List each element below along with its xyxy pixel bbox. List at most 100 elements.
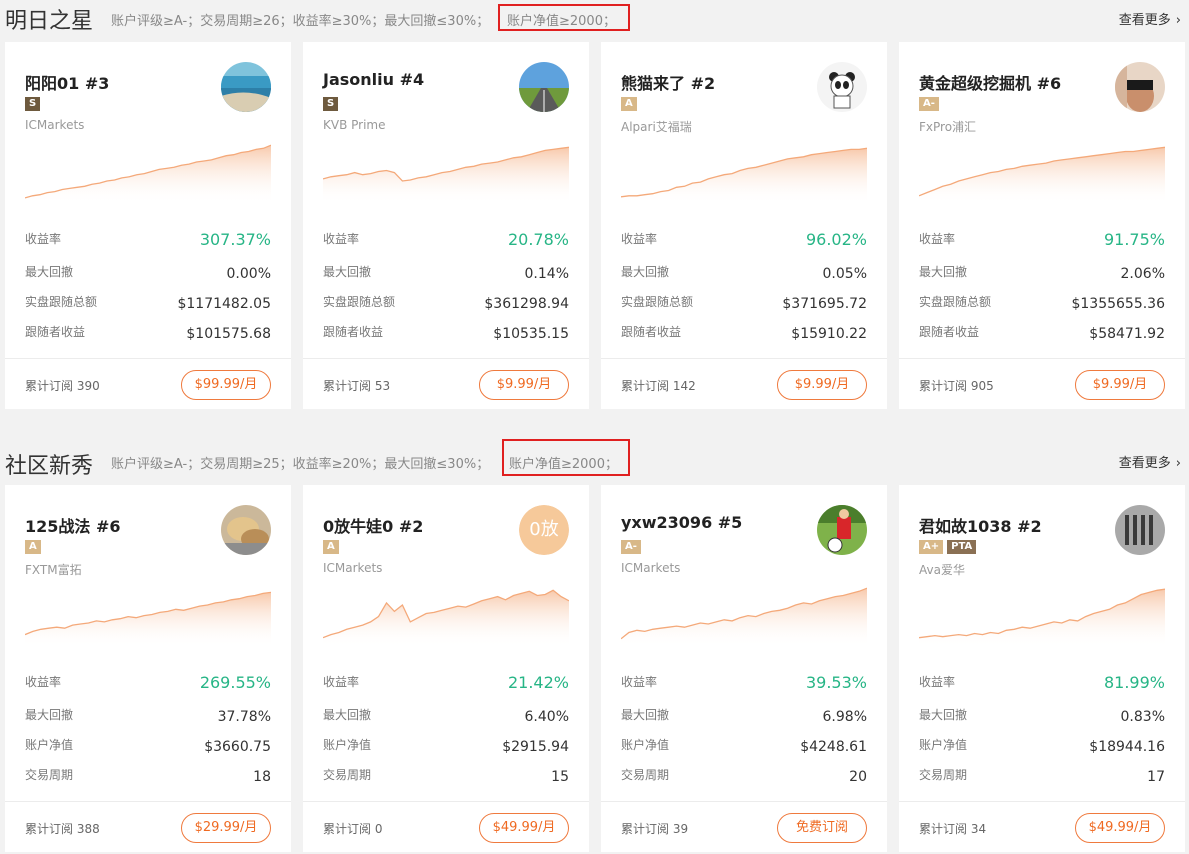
avatar[interactable]: 0放 bbox=[519, 505, 569, 555]
stat-value: 20.78% bbox=[507, 230, 569, 249]
stat-label: 收益率 bbox=[919, 675, 956, 689]
stat-label: 账户净值 bbox=[919, 738, 968, 752]
broker-name: FXTM富拓 bbox=[25, 563, 82, 577]
stat-row: 跟随者收益 $58471.92 bbox=[919, 322, 1165, 342]
stat-value: $1171482.05 bbox=[177, 296, 271, 312]
trader-card[interactable]: 0放牛娃0 #2 A ICMarkets 0放 收益率 21.42% 最大回撤 6.40% 账户… bbox=[303, 485, 589, 852]
subscribe-price-button[interactable]: $99.99/月 bbox=[181, 370, 271, 400]
avatar[interactable] bbox=[519, 62, 569, 112]
equity-curve-chart bbox=[620, 138, 868, 204]
card-divider bbox=[303, 358, 589, 359]
stat-value: $4248.61 bbox=[800, 739, 867, 755]
trader-card[interactable]: 熊猫来了 #2 A Alpari艾福瑞 收益率 96.02% 最大回撤 0.05% 实盘跟随总… bbox=[601, 42, 887, 409]
broker-name: Alpari艾福瑞 bbox=[621, 120, 692, 134]
stat-row: 跟随者收益 $10535.15 bbox=[323, 322, 569, 342]
stat-label: 收益率 bbox=[25, 232, 62, 246]
stat-row: 跟随者收益 $15910.22 bbox=[621, 322, 867, 342]
stat-label: 实盘跟随总额 bbox=[919, 295, 992, 309]
section-criteria: 账户评级≥A-；交易周期≥26；收益率≥30%；最大回撤≤30%； bbox=[111, 14, 490, 29]
stat-label: 最大回撤 bbox=[621, 265, 670, 279]
subscribe-price-button[interactable]: $49.99/月 bbox=[479, 813, 569, 843]
stat-label: 收益率 bbox=[621, 675, 658, 689]
stat-row: 收益率 269.55% bbox=[25, 672, 271, 692]
rating-badge: A bbox=[621, 97, 637, 111]
trader-name[interactable]: 阳阳01 #3 bbox=[25, 70, 109, 94]
equity-curve-chart bbox=[918, 138, 1166, 204]
trader-card[interactable]: 阳阳01 #3 S ICMarkets 收益率 307.37% 最大回撤 0.00% 实盘跟随… bbox=[5, 42, 291, 409]
subscription-count: 累计订阅 39 bbox=[621, 822, 689, 836]
trader-name[interactable]: 黄金超级挖掘机 #6 bbox=[919, 70, 1061, 94]
section-header: 明日之星 账户评级≥A-；交易周期≥26；收益率≥30%；最大回撤≤30%； 账… bbox=[0, 0, 1189, 36]
stat-label: 收益率 bbox=[323, 675, 360, 689]
stat-value: $361298.94 bbox=[484, 296, 569, 312]
stat-value: $18944.16 bbox=[1089, 739, 1165, 755]
avatar[interactable] bbox=[1115, 62, 1165, 112]
subscribe-price-button[interactable]: $9.99/月 bbox=[479, 370, 569, 400]
stat-value: $2915.94 bbox=[502, 739, 569, 755]
stat-value: 6.98% bbox=[822, 709, 867, 725]
chevron-right-icon: › bbox=[1175, 13, 1181, 28]
pta-badge: PTA bbox=[947, 540, 977, 554]
subscription-count: 累计订阅 390 bbox=[25, 379, 100, 393]
stat-label: 账户净值 bbox=[323, 738, 372, 752]
trader-name[interactable]: yxw23096 #5 bbox=[621, 513, 742, 532]
avatar[interactable] bbox=[221, 62, 271, 112]
stat-row: 交易周期 17 bbox=[919, 765, 1165, 785]
stat-label: 账户净值 bbox=[621, 738, 670, 752]
stat-row: 收益率 39.53% bbox=[621, 672, 867, 692]
stat-label: 跟随者收益 bbox=[25, 325, 86, 339]
equity-area bbox=[919, 589, 1165, 647]
card-divider bbox=[5, 801, 291, 802]
equity-area bbox=[323, 590, 569, 647]
trader-name[interactable]: 熊猫来了 #2 bbox=[621, 70, 715, 94]
stat-row: 收益率 91.75% bbox=[919, 229, 1165, 249]
card-divider bbox=[601, 358, 887, 359]
trader-card[interactable]: Jasonliu #4 S KVB Prime 收益率 20.78% 最大回撤 0.14% 实… bbox=[303, 42, 589, 409]
equity-curve-chart bbox=[24, 581, 272, 647]
trader-name[interactable]: 君如故1038 #2 bbox=[919, 513, 1042, 537]
section-header: 社区新秀 账户评级≥A-；交易周期≥25；收益率≥20%；最大回撤≤30%； 账… bbox=[0, 439, 1189, 479]
avatar[interactable] bbox=[817, 505, 867, 555]
equity-area bbox=[919, 147, 1165, 204]
section-criteria-highlight: 账户净值≥2000； bbox=[507, 14, 616, 29]
stat-label: 跟随者收益 bbox=[323, 325, 384, 339]
subscribe-price-button[interactable]: $49.99/月 bbox=[1075, 813, 1165, 843]
subscribe-price-button[interactable]: $9.99/月 bbox=[777, 370, 867, 400]
stat-label: 收益率 bbox=[621, 232, 658, 246]
rating-badges: A bbox=[323, 540, 339, 554]
trader-card[interactable]: 君如故1038 #2 A+ PTA Ava爱华 收益率 81.99% 最大回撤 0.83% 账户… bbox=[899, 485, 1185, 852]
equity-curve-chart bbox=[918, 581, 1166, 647]
stat-value: 0.00% bbox=[226, 266, 271, 282]
stat-row: 最大回撤 2.06% bbox=[919, 262, 1165, 282]
rating-badges: S bbox=[323, 97, 339, 111]
rating-badge: A bbox=[25, 540, 41, 554]
stat-value: $1355655.36 bbox=[1071, 296, 1165, 312]
section-rising-stars: 明日之星 账户评级≥A-；交易周期≥26；收益率≥30%；最大回撤≤30%； 账… bbox=[0, 0, 1189, 36]
equity-area bbox=[621, 588, 867, 647]
avatar[interactable] bbox=[221, 505, 271, 555]
subscribe-price-button[interactable]: $9.99/月 bbox=[1075, 370, 1165, 400]
stat-label: 收益率 bbox=[25, 675, 62, 689]
subscribe-price-button[interactable]: $29.99/月 bbox=[181, 813, 271, 843]
stat-label: 最大回撤 bbox=[25, 265, 74, 279]
stat-value: 269.55% bbox=[199, 673, 271, 692]
avatar[interactable] bbox=[817, 62, 867, 112]
trader-name[interactable]: Jasonliu #4 bbox=[323, 70, 424, 89]
stat-row: 账户净值 $3660.75 bbox=[25, 735, 271, 755]
stat-label: 最大回撤 bbox=[25, 708, 74, 722]
stat-label: 实盘跟随总额 bbox=[323, 295, 396, 309]
trader-card[interactable]: 黄金超级挖掘机 #6 A- FxPro浦汇 收益率 91.75% 最大回撤 2.06% 实盘跟… bbox=[899, 42, 1185, 409]
stat-value: $15910.22 bbox=[791, 326, 867, 342]
subscription-count: 累计订阅 905 bbox=[919, 379, 994, 393]
view-more-link[interactable]: 查看更多 › bbox=[1119, 9, 1181, 28]
trader-name[interactable]: 0放牛娃0 #2 bbox=[323, 513, 423, 537]
trader-name[interactable]: 125战法 #6 bbox=[25, 513, 121, 537]
avatar[interactable] bbox=[1115, 505, 1165, 555]
stat-label: 收益率 bbox=[323, 232, 360, 246]
section-criteria: 账户评级≥A-；交易周期≥25；收益率≥20%；最大回撤≤30%； bbox=[111, 457, 490, 472]
stat-value: 18 bbox=[253, 769, 271, 785]
subscribe-price-button[interactable]: 免费订阅 bbox=[777, 813, 867, 843]
trader-card[interactable]: 125战法 #6 A FXTM富拓 收益率 269.55% 最大回撤 37.78% 账户净值 $… bbox=[5, 485, 291, 852]
view-more-link[interactable]: 查看更多 › bbox=[1119, 452, 1181, 471]
trader-card[interactable]: yxw23096 #5 A- ICMarkets 收益率 39.53% 最大回撤 6.98%… bbox=[601, 485, 887, 852]
